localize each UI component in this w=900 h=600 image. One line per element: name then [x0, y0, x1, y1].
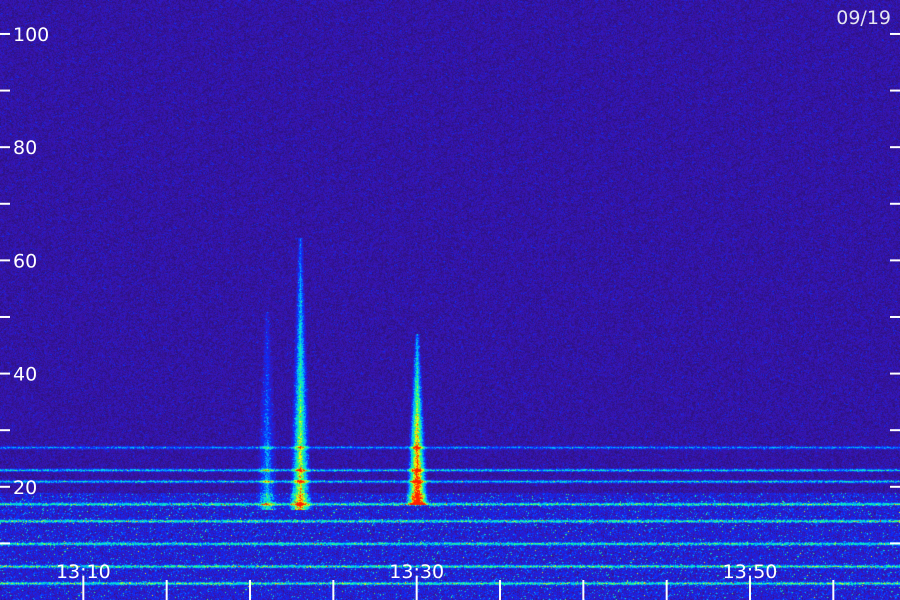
date-label: 09/19	[836, 7, 891, 29]
spectrogram-chart: 100 80 60 40 20 13:10 13:30 13:50 09/19	[0, 0, 900, 600]
y-tick-label: 100	[13, 24, 49, 46]
y-tick-label: 80	[13, 137, 37, 159]
y-tick-label: 40	[13, 364, 37, 386]
x-tick-label: 13:10	[56, 561, 111, 583]
x-tick-label: 13:30	[389, 561, 444, 583]
x-tick-label: 13:50	[723, 561, 778, 583]
axis-overlay: 100 80 60 40 20 13:10 13:30 13:50 09/19	[0, 7, 900, 600]
y-tick-label: 60	[13, 250, 37, 272]
y-tick-label: 20	[13, 477, 37, 499]
